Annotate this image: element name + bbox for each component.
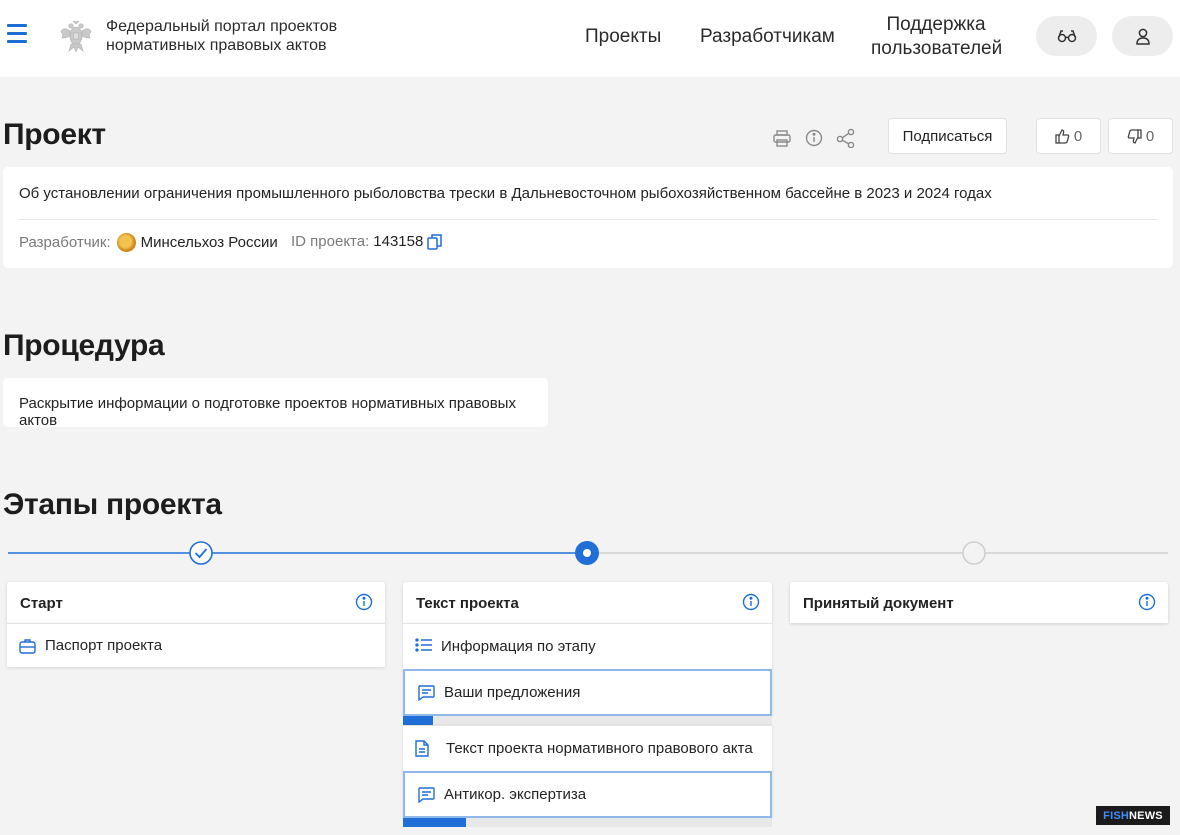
project-tools <box>771 127 857 149</box>
user-icon <box>1135 28 1150 45</box>
stage-row-proposals[interactable]: Ваши предложения <box>403 669 772 716</box>
stage-header: Текст проекта <box>403 582 772 623</box>
stage-title: Текст проекта <box>416 595 519 612</box>
dislike-count: 0 <box>1145 127 1155 145</box>
info-icon[interactable] <box>742 593 760 611</box>
accessibility-button[interactable] <box>1036 16 1097 56</box>
site-header: Федеральный портал проектов нормативных … <box>0 0 1180 77</box>
thumbs-up-icon <box>1055 128 1070 144</box>
document-icon <box>415 740 429 757</box>
project-description: Об установлении ограничения промышленног… <box>19 185 992 202</box>
thumbs-down-icon <box>1127 128 1142 144</box>
dislike-button[interactable]: 0 <box>1108 118 1173 154</box>
info-icon[interactable] <box>803 127 825 149</box>
info-icon[interactable] <box>1138 593 1156 611</box>
stages-timeline <box>8 541 1168 565</box>
copy-icon[interactable] <box>427 233 443 250</box>
developer-label: Разработчик: <box>19 234 111 251</box>
stage-row-label: Информация по этапу <box>441 638 596 655</box>
comment-icon <box>417 787 435 803</box>
ministry-emblem-icon <box>116 233 136 252</box>
fishnews-watermark: FISH NEWS <box>1096 806 1170 825</box>
proposals-progress-bar <box>403 716 772 725</box>
share-icon[interactable] <box>835 127 857 149</box>
procedure-card: Раскрытие информации о подготовке проект… <box>3 378 548 429</box>
stage-header: Принятый документ <box>790 582 1168 623</box>
procedure-heading: Процедура <box>3 329 165 362</box>
user-button[interactable] <box>1112 16 1173 56</box>
briefcase-icon <box>19 638 36 654</box>
nav-projects[interactable]: Проекты <box>585 26 661 48</box>
nav-support-line1: Поддержка <box>886 14 986 35</box>
stage-column-text: Текст проекта Информация по этапу Ваши п… <box>403 582 772 827</box>
subscribe-button[interactable]: Подписаться <box>888 118 1007 154</box>
project-heading: Проект <box>3 118 106 151</box>
stage-header: Старт <box>7 582 385 623</box>
stage-row-label: Ваши предложения <box>444 684 581 701</box>
portal-title-line2: нормативных правовых актов <box>106 37 327 54</box>
nav-support-line2: пользователей <box>871 38 1003 59</box>
watermark-part1: FISH <box>1103 809 1130 822</box>
anticorruption-progress-bar <box>403 818 772 827</box>
timeline-node-done <box>189 541 213 565</box>
timeline-node-pending <box>962 541 986 565</box>
stage-title: Принятый документ <box>803 595 954 612</box>
timeline-node-current <box>575 541 599 565</box>
project-id-meta: ID проекта: 143158 <box>291 233 443 250</box>
stage-row-act-text[interactable]: Текст проекта нормативного правового акт… <box>403 725 772 771</box>
project-id-value: 143158 <box>373 233 424 250</box>
stage-row-label: Антикор. экспертиза <box>444 786 587 803</box>
info-icon[interactable] <box>355 593 373 611</box>
project-card: Об установлении ограничения промышленног… <box>3 167 1173 268</box>
stage-column-adopted: Принятый документ <box>790 582 1168 623</box>
project-id-label: ID проекта: <box>291 233 370 250</box>
stage-row-passport[interactable]: Паспорт проекта <box>7 623 385 667</box>
portal-title-line1: Федеральный портал проектов <box>106 18 338 35</box>
menu-icon[interactable] <box>7 24 27 46</box>
procedure-text: Раскрытие информации о подготовке проект… <box>19 395 516 429</box>
developer-meta: Разработчик: Минсельхоз России <box>19 233 278 252</box>
list-icon <box>415 638 433 652</box>
emblem-icon <box>60 20 92 53</box>
stage-row-label: Текст проекта нормативного правового акт… <box>446 740 753 757</box>
progress-fill <box>403 818 466 827</box>
glasses-icon <box>1057 30 1076 43</box>
stage-column-start: Старт Паспорт проекта <box>7 582 385 667</box>
stage-row-anticorruption[interactable]: Антикор. экспертиза <box>403 771 772 818</box>
like-count: 0 <box>1073 127 1083 145</box>
stage-title: Старт <box>20 595 63 612</box>
comment-icon <box>417 685 435 701</box>
stage-row-info[interactable]: Информация по этапу <box>403 623 772 669</box>
stage-row-label: Паспорт проекта <box>45 637 163 654</box>
nav-developers[interactable]: Разработчикам <box>700 26 835 48</box>
watermark-part2: NEWS <box>1129 809 1163 822</box>
nav-support[interactable]: Поддержка пользователей <box>871 13 1003 61</box>
stages-heading: Этапы проекта <box>3 488 222 521</box>
divider <box>19 219 1157 220</box>
progress-fill <box>403 716 433 725</box>
print-icon[interactable] <box>771 127 793 149</box>
developer-value[interactable]: Минсельхоз России <box>141 234 278 251</box>
portal-title[interactable]: Федеральный портал проектов нормативных … <box>106 17 337 55</box>
like-button[interactable]: 0 <box>1036 118 1101 154</box>
